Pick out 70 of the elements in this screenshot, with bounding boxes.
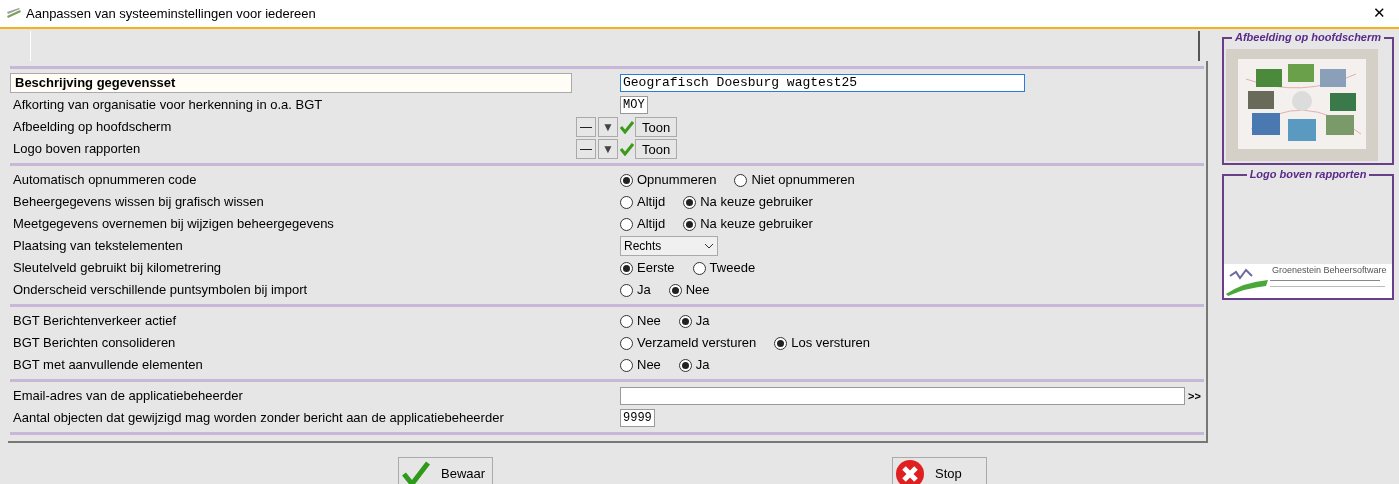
preview-title: Afbeelding op hoofdscherm	[1231, 30, 1385, 44]
radio-button[interactable]	[683, 195, 697, 209]
radio-button[interactable]	[668, 283, 682, 297]
radio-button[interactable]	[620, 314, 633, 328]
setting-label: Afbeelding op hoofdscherm	[12, 118, 173, 137]
setting-label: Plaatsing van tekstelementen	[12, 237, 184, 256]
text-field[interactable]: 9999	[620, 409, 655, 427]
window-title: Aanpassen van systeeminstellingen voor iedereen	[26, 4, 316, 23]
radio-label[interactable]: Ja	[695, 311, 710, 331]
radio-label[interactable]: Tweede	[709, 258, 756, 278]
setting-label: Aantal objecten dat gewijzigd mag worden zonder bericht aan de applicatiebeheerder	[12, 409, 505, 428]
radio-button[interactable]	[774, 336, 788, 350]
radio-button[interactable]	[620, 261, 633, 275]
setting-label: BGT Berichtenverkeer actief	[12, 312, 178, 331]
checkmark-icon	[401, 459, 431, 484]
radio-button[interactable]	[678, 358, 692, 372]
radio-label[interactable]: Nee	[685, 280, 710, 300]
preview-title: Logo boven rapporten	[1246, 167, 1370, 181]
setting-label: Beheergegevens wissen bij grafisch wissen	[12, 193, 265, 212]
radio-label[interactable]: Na keuze gebruiker	[700, 214, 813, 234]
logo-text: Groenestein Beheersoftware	[1272, 264, 1387, 276]
setting-label: BGT Berichten consolideren	[12, 334, 177, 353]
radio-label[interactable]: Eerste	[637, 258, 675, 278]
setting-label: BGT met aanvullende elementen	[12, 356, 204, 375]
setting-label: Automatisch opnummeren code	[12, 171, 198, 190]
more-button[interactable]: >>	[1188, 387, 1201, 405]
radio-button[interactable]	[620, 217, 633, 231]
radio-label[interactable]: Verzameld versturen	[637, 333, 757, 353]
remove-button[interactable]: —	[576, 117, 596, 137]
radio-button[interactable]	[683, 217, 697, 231]
text-field[interactable]: Geografisch Doesburg wagtest25	[620, 74, 1025, 92]
show-button[interactable]: Toon	[635, 139, 678, 159]
email-field[interactable]	[620, 387, 1185, 405]
dropdown-button[interactable]: ▼	[598, 139, 618, 159]
radio-label[interactable]: Nee	[637, 355, 661, 375]
close-icon	[895, 459, 925, 484]
stop-button[interactable]: Stop	[892, 457, 987, 484]
radio-button[interactable]	[620, 173, 633, 187]
radio-button[interactable]	[734, 173, 748, 187]
radio-label[interactable]: Niet opnummeren	[751, 170, 855, 190]
description-label: Beschrijving gegevensset	[10, 73, 572, 93]
save-button[interactable]: Bewaar	[398, 457, 493, 484]
radio-label[interactable]: Altijd	[637, 192, 666, 212]
text-field[interactable]: MOY	[620, 96, 648, 114]
setting-label: Meetgegevens overnemen bij wijzigen beheergegevens	[12, 215, 335, 234]
radio-label[interactable]: Altijd	[637, 214, 666, 234]
close-button[interactable]: ✕	[1367, 1, 1391, 26]
setting-label: Sleutelveld gebruikt bij kilometrering	[12, 259, 223, 278]
chevron-down-icon	[704, 243, 714, 249]
radio-button[interactable]	[620, 358, 633, 372]
setting-label: Email-adres van de applicatiebeheerder	[12, 387, 244, 406]
radio-label[interactable]: Na keuze gebruiker	[700, 192, 813, 212]
dropdown-button[interactable]: ▼	[598, 117, 618, 137]
radio-label[interactable]: Los versturen	[791, 333, 870, 353]
radio-button[interactable]	[692, 261, 706, 275]
setting-label: Afkorting van organisatie voor herkenning in o.a. BGT	[12, 96, 324, 115]
select-dropdown[interactable]: Rechts	[620, 236, 718, 256]
radio-button[interactable]	[620, 195, 633, 209]
radio-button[interactable]	[620, 336, 633, 350]
radio-label[interactable]: Nee	[637, 311, 661, 331]
setting-label: Onderscheid verschillende puntsymbolen bij import	[12, 281, 309, 300]
radio-label[interactable]: Ja	[637, 280, 651, 300]
radio-label[interactable]: Opnummeren	[637, 170, 717, 190]
setting-label: Logo boven rapporten	[12, 140, 142, 159]
radio-label[interactable]: Ja	[695, 355, 710, 375]
show-button[interactable]: Toon	[635, 117, 678, 137]
remove-button[interactable]: —	[576, 139, 596, 159]
radio-button[interactable]	[678, 314, 692, 328]
radio-button[interactable]	[620, 283, 633, 297]
app-icon	[6, 6, 22, 21]
